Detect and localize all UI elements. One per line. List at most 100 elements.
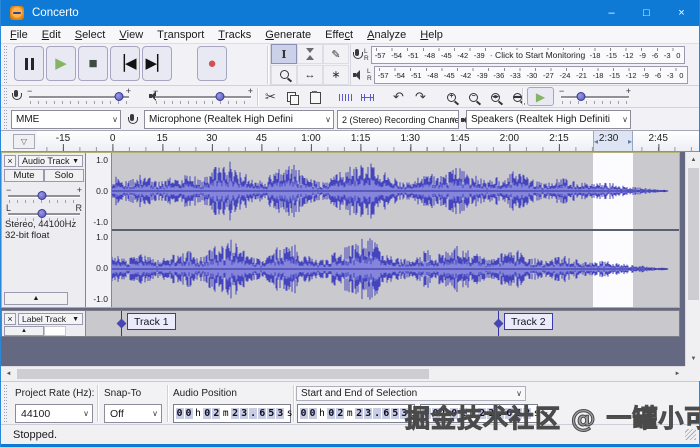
time-digit[interactable]: 0 — [175, 408, 184, 419]
play-speed-slider[interactable]: − + — [559, 86, 631, 104]
label-marker-handle[interactable] — [116, 318, 127, 329]
undo-button[interactable]: ↶ — [389, 88, 408, 106]
menu-edit[interactable]: Edit — [35, 26, 68, 43]
menu-analyze[interactable]: Analyze — [360, 26, 413, 43]
waveform-display[interactable] — [111, 153, 679, 307]
label-marker-handle[interactable] — [493, 318, 504, 329]
toolbar-grabber[interactable] — [3, 88, 8, 105]
label-track-content[interactable]: Track 1 Track 2 — [86, 311, 679, 336]
vertical-ruler[interactable]: 1.0 0.0 -1.0 1.0 0.0 -1.0 — [86, 153, 112, 307]
toolbar-grabber[interactable] — [3, 46, 8, 83]
redo-button[interactable]: ↷ — [411, 88, 430, 106]
mute-button[interactable]: Mute — [4, 169, 44, 182]
time-digit[interactable]: 2 — [336, 408, 345, 419]
zoom-tool[interactable] — [271, 64, 297, 85]
menu-select[interactable]: Select — [68, 26, 113, 43]
time-digit[interactable]: 0 — [299, 408, 308, 419]
close-button[interactable]: × — [664, 0, 699, 26]
menu-help[interactable]: Help — [413, 26, 450, 43]
label-text[interactable]: Track 1 — [127, 313, 176, 330]
toolbar-grabber[interactable] — [3, 385, 8, 422]
recording-device-dropdown[interactable]: Microphone (Realtek High Defini ∨ — [144, 110, 334, 129]
selection-tool[interactable]: I — [271, 44, 297, 64]
monitoring-hint[interactable]: Click to Start Monitoring — [492, 50, 589, 60]
time-digit[interactable]: 6 — [258, 408, 267, 419]
scrollbar-thumb[interactable] — [688, 168, 699, 300]
menu-view[interactable]: View — [112, 26, 150, 43]
slider-thumb[interactable] — [215, 92, 225, 101]
zoom-out-button[interactable] — [464, 88, 483, 106]
time-digit[interactable]: 0 — [327, 408, 336, 419]
menu-effect[interactable]: Effe c t — [318, 26, 360, 43]
audacity-app-icon[interactable] — [10, 6, 24, 20]
zoom-in-button[interactable] — [442, 88, 461, 106]
record-button[interactable]: ● — [197, 46, 227, 81]
playback-volume-slider[interactable]: − + — [153, 86, 253, 104]
collapse-track-button[interactable]: ▲ — [4, 326, 44, 336]
time-digit[interactable]: 0 — [203, 408, 212, 419]
selection-start-display[interactable]: 00h02m23.653s▾ — [297, 404, 425, 423]
gain-slider[interactable]: − + — [6, 185, 82, 203]
playback-meter-bar[interactable]: -57 -54 -51 -48 -45 -42 -39 -36 -33 -30 -27 -24 -21-… — [373, 66, 688, 84]
time-digit[interactable]: 0 — [308, 408, 317, 419]
recording-channels-dropdown[interactable]: 2 (Stereo) Recording Channels ∨ — [337, 110, 459, 129]
slider-thumb[interactable] — [37, 209, 47, 218]
menu-file[interactable]: File — [3, 26, 35, 43]
slider-thumb[interactable] — [37, 191, 47, 200]
time-digit[interactable]: 2 — [231, 408, 240, 419]
horizontal-scrollbar[interactable]: ◄ ► — [1, 366, 685, 381]
scroll-right-button[interactable]: ► — [670, 367, 685, 381]
scroll-down-button[interactable]: ▼ — [686, 351, 700, 366]
close-track-button[interactable]: × — [4, 155, 16, 167]
pause-button[interactable] — [14, 46, 44, 81]
time-digit[interactable]: . — [373, 408, 382, 419]
fit-selection-button[interactable] — [486, 88, 505, 106]
vertical-scrollbar[interactable]: ▲ ▼ — [685, 152, 700, 366]
scroll-up-button[interactable]: ▲ — [686, 152, 700, 167]
paste-button[interactable] — [305, 88, 324, 106]
menu-tracks[interactable]: Tracks — [211, 26, 258, 43]
playback-device-dropdown[interactable]: Speakers (Realtek High Definiti ∨ — [466, 110, 631, 129]
trim-audio-button[interactable] — [336, 88, 355, 106]
solo-button[interactable]: Solo — [44, 169, 84, 182]
scroll-left-button[interactable]: ◄ — [1, 367, 16, 381]
audio-host-dropdown[interactable]: MME ∨ — [11, 110, 121, 129]
time-digit[interactable]: 2 — [212, 408, 221, 419]
waveform-area[interactable] — [111, 153, 679, 307]
draw-tool[interactable]: ✎ — [323, 44, 349, 64]
recording-volume-slider[interactable]: − + — [27, 86, 131, 104]
time-digit[interactable]: 3 — [240, 408, 249, 419]
track-title-dropdown[interactable]: Audio Track ▼ — [18, 155, 83, 167]
skip-to-start-button[interactable]: ▕◀ — [110, 46, 140, 81]
maximize-button[interactable]: □ — [629, 0, 664, 26]
silence-audio-button[interactable] — [358, 88, 377, 106]
track-title-dropdown[interactable]: Label Track ▼ — [18, 313, 83, 325]
close-track-button[interactable]: × — [4, 313, 16, 325]
time-digit[interactable]: . — [249, 408, 258, 419]
play-button[interactable]: ▶ — [46, 46, 76, 81]
time-digit[interactable]: 5 — [391, 408, 400, 419]
playback-meter[interactable]: L R -57 -54 -51 -48 -45 -42 -39 -36 -33 -30 -27 -24 -2… — [353, 65, 688, 85]
collapse-track-button[interactable]: ▲ — [4, 292, 68, 305]
time-shift-tool[interactable]: ↔ — [297, 64, 323, 85]
timeline-ruler[interactable]: ◂ ▸ ▽ -15 0 15 30 45 1:00 1:15 1:30 1:45 2:00 2:15… — [1, 131, 699, 152]
slider-thumb[interactable] — [114, 92, 124, 101]
toolbar-grabber[interactable] — [3, 110, 8, 129]
fit-project-button[interactable] — [508, 88, 527, 106]
slider-thumb[interactable] — [576, 92, 586, 101]
menu-transport[interactable]: Tr ansport — [150, 26, 211, 43]
cut-button[interactable]: ✂ — [261, 88, 280, 106]
copy-button[interactable] — [283, 88, 302, 106]
audio-position-display[interactable]: 00h02m23.653s▾ — [173, 404, 301, 423]
stop-button[interactable]: ■ — [78, 46, 108, 81]
project-rate-dropdown[interactable]: 44100 ∨ — [15, 404, 93, 423]
label-text[interactable]: Track 2 — [504, 313, 553, 330]
recording-meter-bar[interactable]: -57-54-51-48-45-42-39-36-33-30-27-24-21-… — [370, 46, 685, 64]
time-digit[interactable]: 2 — [355, 408, 364, 419]
time-digit[interactable]: 3 — [364, 408, 373, 419]
minimize-button[interactable]: – — [594, 0, 629, 26]
time-digit[interactable]: 0 — [184, 408, 193, 419]
play-at-speed-button[interactable]: ▶ — [527, 87, 554, 106]
time-digit[interactable]: 5 — [267, 408, 276, 419]
multi-tool[interactable]: ∗ — [323, 64, 349, 85]
